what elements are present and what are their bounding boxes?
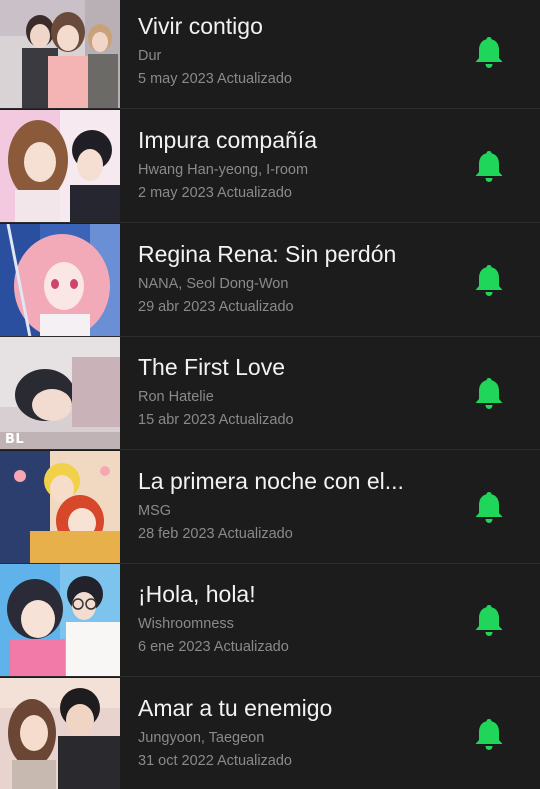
list-item[interactable]: ¡Hola, hola! Wishroomness 6 ene 2023 Act… [0, 564, 540, 677]
item-title: Amar a tu enemigo [138, 695, 333, 721]
list-item[interactable]: Vivir contigo Dur 5 may 2023 Actualizado [0, 0, 540, 109]
notification-bell-icon[interactable] [474, 376, 504, 410]
list-item[interactable]: La primera noche con el... MSG 28 feb 20… [0, 451, 540, 564]
notification-bell-icon[interactable] [474, 149, 504, 183]
item-info: Amar a tu enemigo Jungyoon, Taegeon 31 o… [138, 678, 438, 789]
row-divider [0, 222, 540, 223]
item-title: La primera noche con el... [138, 468, 404, 494]
item-title: Impura compañía [138, 127, 317, 153]
cover-thumbnail[interactable] [0, 224, 120, 337]
cover-thumbnail[interactable] [0, 0, 120, 109]
item-author: Wishroomness [138, 616, 234, 632]
item-updated-date: 5 may 2023 Actualizado [138, 71, 292, 87]
item-author: Ron Hatelie [138, 389, 214, 405]
item-title: Vivir contigo [138, 13, 263, 39]
item-updated-date: 29 abr 2023 Actualizado [138, 299, 294, 315]
item-info: La primera noche con el... MSG 28 feb 20… [138, 451, 438, 564]
item-title: Regina Rena: Sin perdón [138, 241, 397, 267]
subscription-list: Vivir contigo Dur 5 may 2023 Actualizado [0, 0, 540, 789]
item-title: The First Love [138, 354, 285, 380]
notification-bell-icon[interactable] [474, 603, 504, 637]
cover-thumbnail[interactable] [0, 564, 120, 677]
notification-bell-icon[interactable] [474, 490, 504, 524]
item-title: ¡Hola, hola! [138, 581, 256, 607]
list-item[interactable]: Impura compañía Hwang Han-yeong, I-room … [0, 110, 540, 223]
item-author: Hwang Han-yeong, I-room [138, 162, 309, 178]
cover-thumbnail[interactable]: BL [0, 337, 120, 450]
row-divider [0, 108, 540, 109]
row-divider [0, 676, 540, 677]
notification-bell-icon[interactable] [474, 263, 504, 297]
item-updated-date: 15 abr 2023 Actualizado [138, 412, 294, 428]
item-info: Impura compañía Hwang Han-yeong, I-room … [138, 110, 438, 223]
item-updated-date: 2 may 2023 Actualizado [138, 185, 292, 201]
item-updated-date: 31 oct 2022 Actualizado [138, 753, 292, 769]
cover-thumbnail[interactable] [0, 678, 120, 789]
item-info: Regina Rena: Sin perdón NANA, Seol Dong-… [138, 224, 438, 337]
cover-thumbnail[interactable] [0, 110, 120, 223]
item-updated-date: 6 ene 2023 Actualizado [138, 639, 289, 655]
item-author: Dur [138, 48, 162, 64]
item-author: NANA, Seol Dong-Won [138, 276, 289, 292]
notification-bell-icon[interactable] [474, 35, 504, 69]
list-item[interactable]: BL The First Love Ron Hatelie 15 abr 202… [0, 337, 540, 450]
cover-thumbnail[interactable] [0, 451, 120, 564]
list-item[interactable]: Regina Rena: Sin perdón NANA, Seol Dong-… [0, 224, 540, 337]
list-item[interactable]: Amar a tu enemigo Jungyoon, Taegeon 31 o… [0, 678, 540, 789]
bl-badge: BL [5, 432, 25, 447]
item-info: Vivir contigo Dur 5 may 2023 Actualizado [138, 0, 438, 109]
item-info: The First Love Ron Hatelie 15 abr 2023 A… [138, 337, 438, 450]
item-updated-date: 28 feb 2023 Actualizado [138, 526, 293, 542]
row-divider [0, 449, 540, 450]
notification-bell-icon[interactable] [474, 717, 504, 751]
item-author: MSG [138, 503, 172, 519]
item-author: Jungyoon, Taegeon [138, 730, 265, 746]
item-info: ¡Hola, hola! Wishroomness 6 ene 2023 Act… [138, 564, 438, 677]
